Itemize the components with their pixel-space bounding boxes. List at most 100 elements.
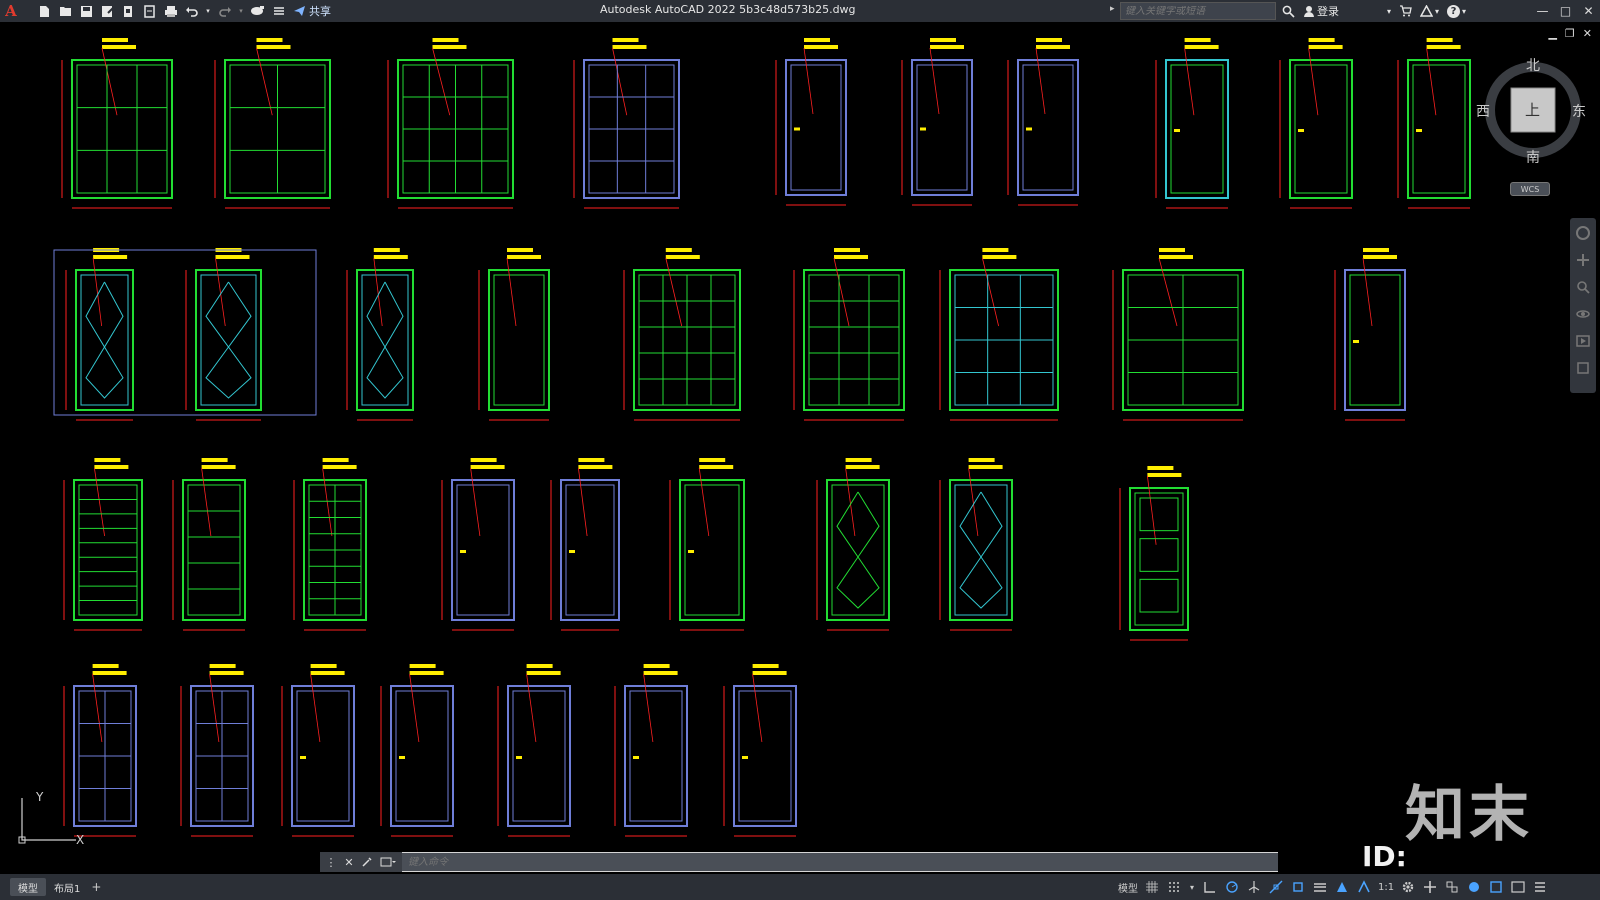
tab-model[interactable]: 模型: [10, 878, 46, 896]
showmotion-icon[interactable]: [1574, 332, 1592, 350]
drawing-canvas[interactable]: [0, 22, 1600, 854]
door-handle-icon-33: [633, 756, 639, 759]
export-icon[interactable]: [141, 3, 158, 20]
annotation-tag-2: [432, 38, 459, 42]
cart-icon[interactable]: [1399, 5, 1412, 17]
object-snap-tracking-icon[interactable]: [1268, 878, 1284, 896]
isodraft-icon[interactable]: [1246, 878, 1262, 896]
door-handle-icon-23: [569, 550, 575, 553]
annotation-tag-b-4: [804, 45, 838, 49]
polar-tracking-icon[interactable]: [1224, 878, 1240, 896]
redo-icon[interactable]: [216, 3, 233, 20]
zoom-extents-icon[interactable]: [1574, 278, 1592, 296]
match-properties-icon[interactable]: [249, 3, 266, 20]
pan-icon[interactable]: [1574, 251, 1592, 269]
save-icon[interactable]: [78, 3, 95, 20]
door-diamond-b-10: [85, 346, 124, 399]
autocad-logo-icon[interactable]: A: [0, 0, 22, 22]
workspace-gear-icon[interactable]: [1400, 878, 1416, 896]
search-input[interactable]: [1121, 5, 1275, 17]
new-file-icon[interactable]: [36, 3, 53, 20]
door-leaf-20: [187, 484, 241, 616]
grid-icon[interactable]: [1144, 878, 1160, 896]
search-icon[interactable]: [1282, 5, 1295, 18]
wcs-menu-button[interactable]: WCS: [1510, 182, 1550, 196]
redo-dropdown-icon[interactable]: ▾: [237, 3, 245, 20]
leader-line-8: [1308, 47, 1319, 116]
annotation-tag-21: [322, 458, 349, 462]
navbar-menu-icon[interactable]: [1574, 359, 1592, 377]
snap-icon[interactable]: [1166, 878, 1182, 896]
add-layout-icon[interactable]: +: [88, 878, 104, 896]
annotation-tag-32: [526, 664, 553, 668]
cmd-grip-icon[interactable]: ⋮: [324, 855, 338, 869]
door-elevations: [61, 38, 1471, 837]
door-leaf-15: [808, 274, 900, 406]
help-button[interactable]: ? ▾: [1447, 4, 1466, 18]
steering-wheel-icon[interactable]: [1574, 224, 1592, 242]
doc-restore-icon[interactable]: ❐: [1565, 27, 1575, 40]
annotation-tag-b-21: [322, 465, 357, 469]
hardware-acceleration-icon[interactable]: [1488, 878, 1504, 896]
lineweight-icon[interactable]: [1312, 878, 1328, 896]
annotation-tag-b-11: [215, 255, 250, 259]
viewcube-top-face[interactable]: 上: [1525, 99, 1540, 120]
share-button[interactable]: 共享: [293, 3, 331, 19]
door-diamond-10: [85, 281, 124, 348]
annotation-scale[interactable]: 1:1: [1378, 878, 1394, 896]
cmd-close-icon[interactable]: ✕: [342, 855, 356, 869]
publish-icon[interactable]: [120, 3, 137, 20]
compass-north[interactable]: 北: [1526, 55, 1540, 75]
clean-screen-icon[interactable]: [1510, 878, 1526, 896]
model-space-toggle[interactable]: 模型: [1118, 878, 1138, 896]
compass-south[interactable]: 南: [1526, 147, 1540, 167]
leader-line-28: [92, 673, 103, 743]
compass-east[interactable]: 东: [1572, 101, 1586, 121]
viewcube[interactable]: 北 南 东 西 上: [1476, 55, 1588, 167]
door-handle-icon-34: [742, 756, 748, 759]
annotation-tag-b-15: [834, 255, 868, 259]
login-dropdown-icon[interactable]: ▾: [1387, 7, 1391, 16]
save-as-icon[interactable]: [99, 3, 116, 20]
undo-dropdown-icon[interactable]: ▾: [204, 3, 212, 20]
annotation-monitor-icon[interactable]: [1422, 878, 1438, 896]
doc-minimize-icon[interactable]: ▁: [1548, 27, 1556, 40]
orbit-icon[interactable]: [1574, 305, 1592, 323]
door-diamond-b-26: [959, 556, 1003, 609]
command-input[interactable]: [402, 853, 1278, 871]
door-diamond-b-11: [205, 346, 252, 399]
search-box[interactable]: [1120, 2, 1276, 20]
autodesk-account-icon[interactable]: ▾: [1420, 5, 1439, 17]
search-expand-icon[interactable]: ▸: [1110, 4, 1115, 14]
help-icon: ?: [1447, 4, 1461, 18]
door-panel-27: [1139, 497, 1179, 532]
doc-close-icon[interactable]: ✕: [1583, 27, 1592, 40]
ortho-icon[interactable]: [1202, 878, 1218, 896]
leader-line-3: [612, 47, 628, 116]
door-leaf-26: [954, 484, 1008, 616]
maximize-icon[interactable]: □: [1554, 0, 1577, 22]
workspace-icon[interactable]: [270, 3, 287, 20]
auto-scale-icon[interactable]: [1356, 878, 1372, 896]
print-icon[interactable]: [162, 3, 179, 20]
object-snap-icon[interactable]: [1290, 878, 1306, 896]
snap-dropdown-icon[interactable]: ▾: [1188, 878, 1196, 896]
door-panel-27: [1139, 538, 1179, 572]
isolate-objects-icon[interactable]: [1466, 878, 1482, 896]
compass-west[interactable]: 西: [1476, 101, 1490, 121]
tab-layout1[interactable]: 布局1: [46, 878, 88, 896]
leader-line-17: [1158, 257, 1178, 327]
customization-menu-icon[interactable]: [1532, 878, 1548, 896]
undo-icon[interactable]: [183, 3, 200, 20]
annotation-visibility-icon[interactable]: [1334, 878, 1350, 896]
cmd-recent-icon[interactable]: [378, 855, 398, 869]
close-icon[interactable]: ✕: [1577, 0, 1600, 22]
login-button[interactable]: 登录: [1303, 3, 1339, 19]
door-handle-icon-6: [1026, 127, 1032, 131]
minimize-icon[interactable]: —: [1531, 0, 1554, 22]
cmd-customize-icon[interactable]: [360, 855, 374, 869]
open-folder-icon[interactable]: [57, 3, 74, 20]
leader-line-15: [833, 257, 850, 327]
annotation-tag-b-0: [102, 45, 136, 49]
units-icon[interactable]: [1444, 878, 1460, 896]
